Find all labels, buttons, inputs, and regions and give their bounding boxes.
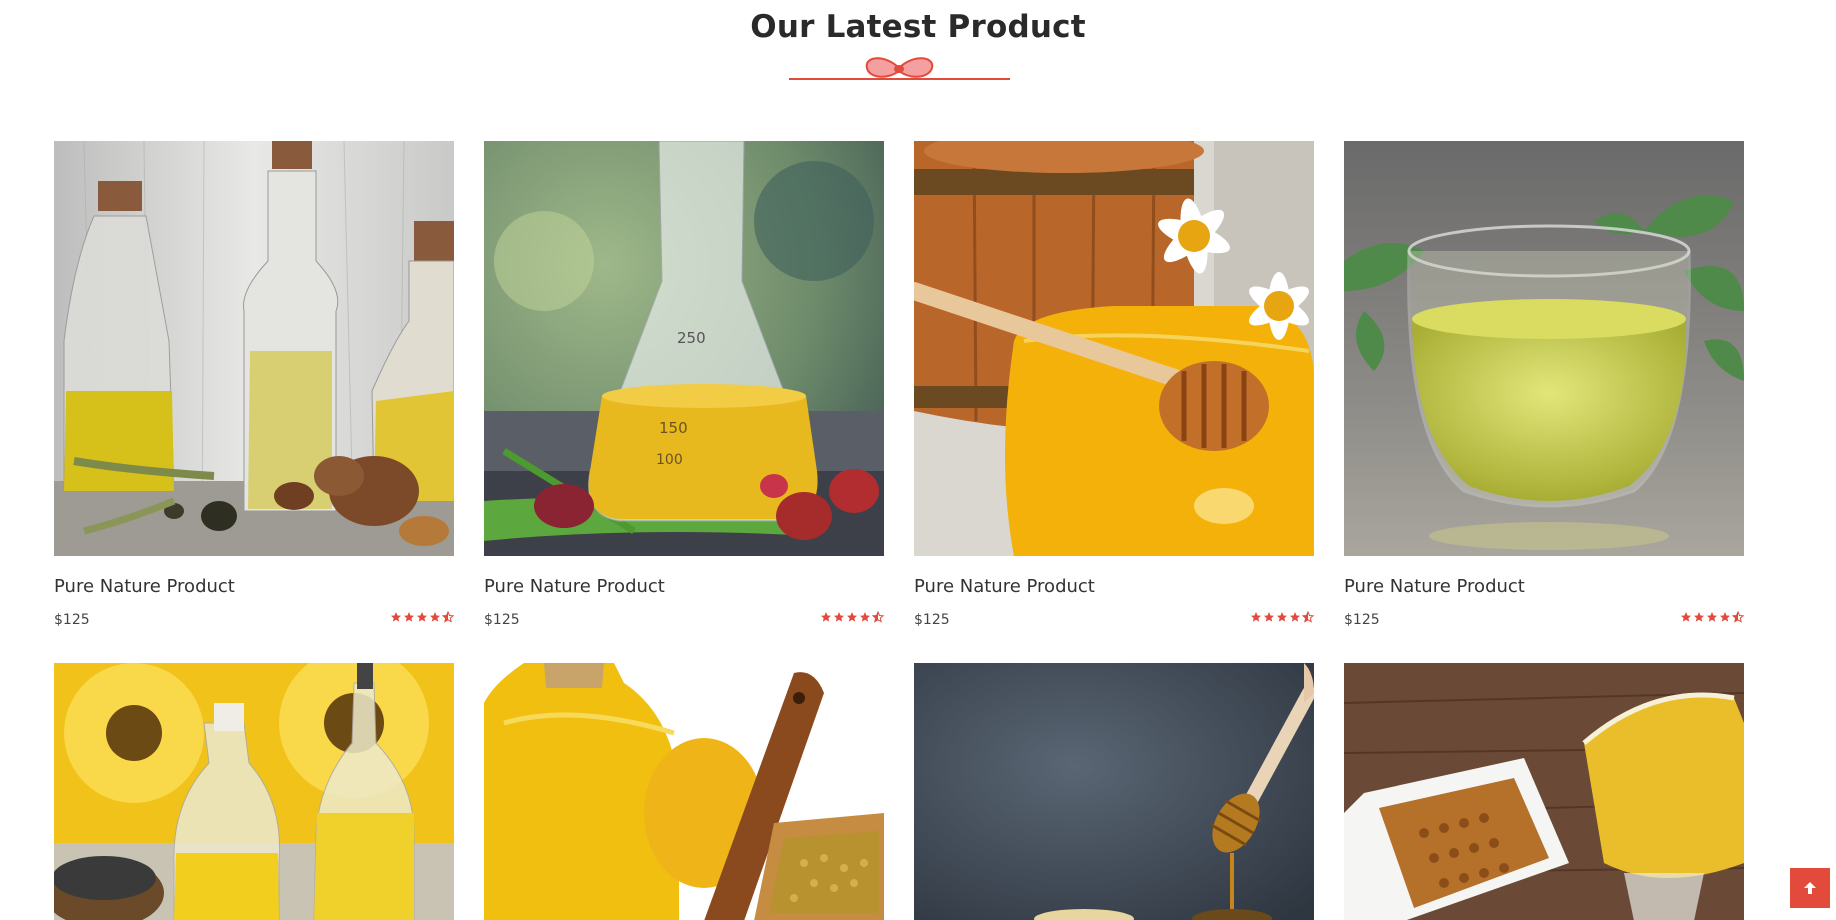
product-card[interactable] (484, 663, 884, 920)
product-price: $125 (54, 612, 90, 628)
scroll-to-top-button[interactable] (1790, 868, 1830, 908)
product-card[interactable] (54, 663, 454, 920)
product-rating (1250, 611, 1314, 623)
star-icon (821, 612, 831, 622)
star-half-icon (442, 611, 454, 623)
star-icon (860, 612, 870, 622)
arrow-up-icon (1804, 882, 1816, 894)
star-icon (1707, 612, 1717, 622)
star-icon (417, 612, 427, 622)
star-icon (1720, 612, 1730, 622)
product-card[interactable] (914, 663, 1314, 920)
product-name[interactable]: Pure Nature Product (914, 576, 1095, 597)
star-half-icon (1302, 611, 1314, 623)
svg-text:100: 100 (656, 452, 683, 468)
product-card[interactable]: Pure Nature Product $125 (914, 141, 1314, 628)
product-image[interactable] (914, 663, 1314, 920)
product-image[interactable] (914, 141, 1314, 556)
title-divider (789, 54, 1010, 84)
star-icon (1277, 612, 1287, 622)
product-card[interactable]: 250 150 100 Pure Nature Product $125 (484, 141, 884, 628)
product-rating (1680, 611, 1744, 623)
star-half-icon (872, 611, 884, 623)
product-card[interactable] (1344, 663, 1744, 920)
star-half-icon (1732, 611, 1744, 623)
section-title: Our Latest Product (750, 9, 1086, 45)
product-rating (820, 611, 884, 623)
star-icon (430, 612, 440, 622)
svg-text:250: 250 (677, 329, 706, 347)
product-price: $125 (484, 612, 520, 628)
product-name[interactable]: Pure Nature Product (54, 576, 235, 597)
product-card[interactable]: Pure Nature Product $125 (1344, 141, 1744, 628)
product-image[interactable] (1344, 663, 1744, 920)
star-icon (1251, 612, 1261, 622)
section-header: Our Latest Product (0, 0, 1836, 45)
star-icon (1264, 612, 1274, 622)
star-icon (834, 612, 844, 622)
product-image[interactable] (54, 141, 454, 556)
product-name[interactable]: Pure Nature Product (1344, 576, 1525, 597)
product-image[interactable] (484, 663, 884, 920)
product-name[interactable]: Pure Nature Product (484, 576, 665, 597)
star-icon (391, 612, 401, 622)
star-icon (1681, 612, 1691, 622)
star-icon (1290, 612, 1300, 622)
product-rating (390, 611, 454, 623)
product-price: $125 (1344, 612, 1380, 628)
star-icon (847, 612, 857, 622)
product-image[interactable]: 250 150 100 (484, 141, 884, 556)
svg-text:150: 150 (659, 419, 688, 437)
product-image[interactable] (1344, 141, 1744, 556)
star-icon (404, 612, 414, 622)
product-price: $125 (914, 612, 950, 628)
product-card[interactable]: Pure Nature Product $125 (54, 141, 454, 628)
star-icon (1694, 612, 1704, 622)
product-image[interactable] (54, 663, 454, 920)
divider-line (789, 78, 1010, 80)
